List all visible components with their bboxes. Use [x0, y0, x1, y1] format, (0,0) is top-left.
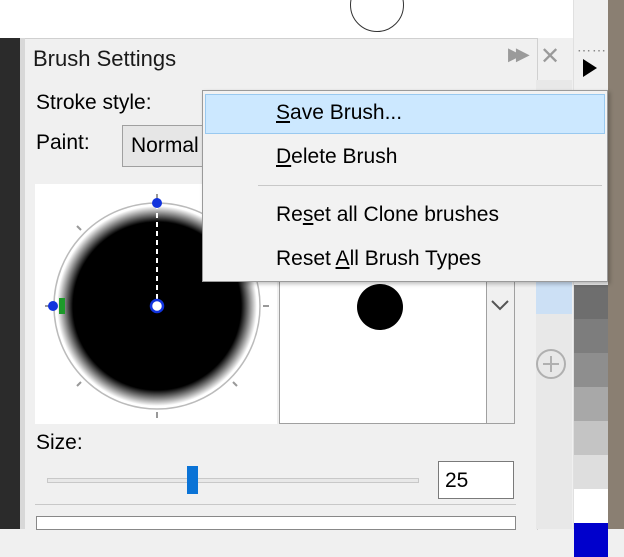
- color-swatch[interactable]: [574, 421, 608, 455]
- right-canvas-edge: [608, 0, 624, 529]
- label-text: Re: [276, 203, 303, 226]
- menu-separator: [258, 185, 602, 186]
- roundness-handle[interactable]: [48, 301, 58, 311]
- play-arrow-icon[interactable]: [574, 52, 604, 84]
- menu-item-reset-all-label: Reset All Brush Types: [276, 247, 481, 271]
- paint-label: Paint:: [36, 131, 90, 154]
- center-handle[interactable]: [149, 298, 165, 314]
- mnemonic: S: [276, 101, 291, 124]
- chevron-down-icon[interactable]: [489, 296, 511, 314]
- angle-handle[interactable]: [152, 198, 162, 208]
- brush-list-field[interactable]: [36, 516, 516, 530]
- mnemonic: D: [276, 145, 292, 168]
- color-swatch[interactable]: [574, 319, 608, 353]
- color-swatch[interactable]: [574, 489, 608, 523]
- menu-item-delete-brush-label: Delete Brush: [276, 145, 397, 169]
- stroke-style-label: Stroke style:: [36, 91, 152, 114]
- color-swatch[interactable]: [574, 353, 608, 387]
- label-text: et all Clone brushes: [313, 203, 499, 226]
- menu-item-save-brush-label: Save Brush...: [276, 101, 402, 125]
- size-slider-thumb[interactable]: [186, 466, 198, 494]
- roundness-marker: [59, 298, 65, 314]
- menu-item-reset-clone-label: Reset all Clone brushes: [276, 203, 499, 227]
- menu-item-delete-brush[interactable]: [205, 137, 605, 177]
- color-swatch[interactable]: [574, 455, 608, 489]
- color-swatch[interactable]: [574, 387, 608, 421]
- menu-item-save-brush[interactable]: [205, 94, 605, 134]
- color-swatches: [574, 285, 608, 557]
- color-swatch[interactable]: [574, 285, 608, 319]
- size-label: Size:: [36, 431, 83, 454]
- label-text: elete Brush: [291, 145, 398, 168]
- color-swatch[interactable]: [574, 523, 608, 557]
- document-canvas-top: [0, 0, 608, 38]
- mnemonic: s: [302, 203, 314, 226]
- left-canvas-edge: [0, 38, 20, 529]
- label-text: Reset: [276, 247, 336, 270]
- size-input[interactable]: 25: [438, 461, 514, 499]
- fast-forward-icon[interactable]: ▶▶: [508, 44, 530, 65]
- close-icon[interactable]: ✕: [540, 42, 560, 71]
- mnemonic: A: [335, 247, 350, 270]
- plus-circle-icon[interactable]: [533, 346, 569, 382]
- brush-preview-dot: [357, 284, 403, 330]
- panel-title: Brush Settings: [33, 46, 177, 71]
- panel-divider: [35, 504, 516, 505]
- label-text: ave Brush...: [290, 101, 403, 124]
- label-text: ll Brush Types: [349, 247, 482, 270]
- size-slider[interactable]: [47, 478, 419, 483]
